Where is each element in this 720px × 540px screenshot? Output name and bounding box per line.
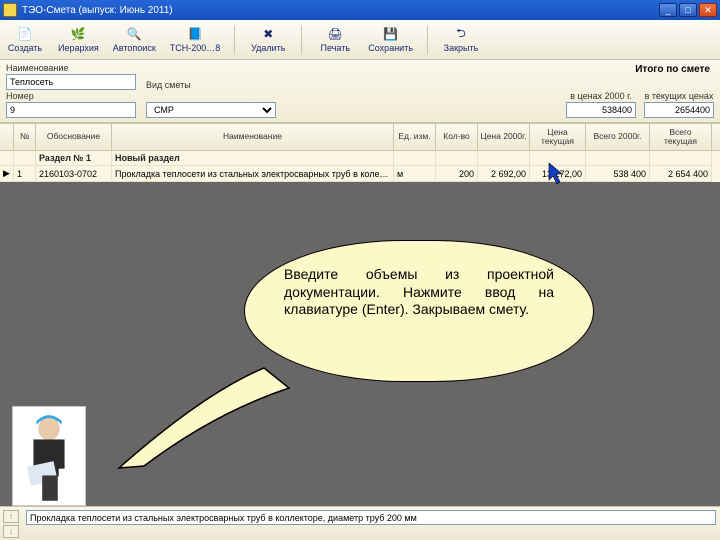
- col-name: Наименование: [112, 124, 394, 150]
- window-titlebar: ТЭО-Смета (выпуск: Июнь 2011) _ □ ✕: [0, 0, 720, 20]
- total-2000-label: в ценах 2000 г.: [570, 91, 632, 101]
- autosearch-button[interactable]: 🔍Автопоиск: [113, 26, 156, 53]
- print-button[interactable]: 🖨Печать: [316, 26, 354, 53]
- col-tot2000: Всего 2000г.: [586, 124, 650, 150]
- hint-callout: Введите объемы из проектной документации…: [244, 240, 594, 382]
- tsn-button[interactable]: 📘ТСН-200…8: [170, 26, 221, 53]
- name-label: Наименование: [6, 63, 136, 73]
- num-input[interactable]: [6, 102, 136, 118]
- col-n: №: [14, 124, 36, 150]
- save-button[interactable]: 💾Сохранить: [368, 26, 413, 53]
- col-pricecur: Цена текущая: [530, 124, 586, 150]
- maximize-button[interactable]: □: [679, 3, 697, 17]
- type-label: Вид сметы: [146, 80, 276, 90]
- save-icon: 💾: [383, 26, 399, 42]
- minimize-button[interactable]: _: [659, 3, 677, 17]
- col-unit: Ед. изм.: [394, 124, 436, 150]
- exit-icon: ⮌: [453, 26, 469, 42]
- section-row[interactable]: Раздел № 1 Новый раздел: [0, 151, 720, 166]
- move-up-button[interactable]: ↑: [3, 510, 19, 523]
- table-row[interactable]: ▶ 1 2160103-0702 Прокладка теплосети из …: [0, 166, 720, 182]
- col-totcur: Всего текущая: [650, 124, 712, 150]
- close-button[interactable]: ✕: [699, 3, 717, 17]
- description-input[interactable]: [26, 510, 716, 525]
- total-current-label: в текущих ценах: [645, 91, 714, 101]
- delete-button[interactable]: ✖Удалить: [249, 26, 287, 53]
- qty-cell: 200: [436, 166, 478, 182]
- app-icon: [3, 3, 17, 17]
- create-button[interactable]: 📄Создать: [6, 26, 44, 53]
- mouse-cursor-icon: [548, 162, 566, 186]
- total-2000-value[interactable]: [566, 102, 636, 118]
- main-toolbar: 📄Создать 🌿Иерархия 🔍Автопоиск 📘ТСН-200…8…: [0, 20, 720, 60]
- hint-text: Введите объемы из проектной документации…: [284, 266, 554, 319]
- move-down-button[interactable]: ↓: [3, 525, 19, 538]
- col-code: Обоснование: [36, 124, 112, 150]
- num-label: Номер: [6, 91, 136, 101]
- totals-title: Итого по смете: [635, 64, 710, 75]
- name-input[interactable]: [6, 74, 136, 90]
- tree-icon: 🌿: [70, 26, 86, 42]
- grid-header: № Обоснование Наименование Ед. изм. Кол-…: [0, 123, 720, 151]
- close-estimate-button[interactable]: ⮌Закрыть: [442, 26, 480, 53]
- print-icon: 🖨: [327, 26, 343, 42]
- col-qty: Кол-во: [436, 124, 478, 150]
- search-icon: 🔍: [126, 26, 142, 42]
- total-current-value[interactable]: [644, 102, 714, 118]
- status-bar: ↑ ↓: [0, 506, 720, 540]
- type-select[interactable]: СМР: [146, 102, 276, 118]
- window-title: ТЭО-Смета (выпуск: Июнь 2011): [22, 5, 659, 16]
- assistant-avatar: [12, 406, 86, 506]
- book-icon: 📘: [187, 26, 203, 42]
- document-icon: 📄: [17, 26, 33, 42]
- col-price2000: Цена 2000г.: [478, 124, 530, 150]
- hierarchy-button[interactable]: 🌿Иерархия: [58, 26, 99, 53]
- window-controls: _ □ ✕: [659, 3, 717, 17]
- delete-icon: ✖: [260, 26, 276, 42]
- estimate-header-panel: Наименование Вид сметы Итого по смете Но…: [0, 60, 720, 123]
